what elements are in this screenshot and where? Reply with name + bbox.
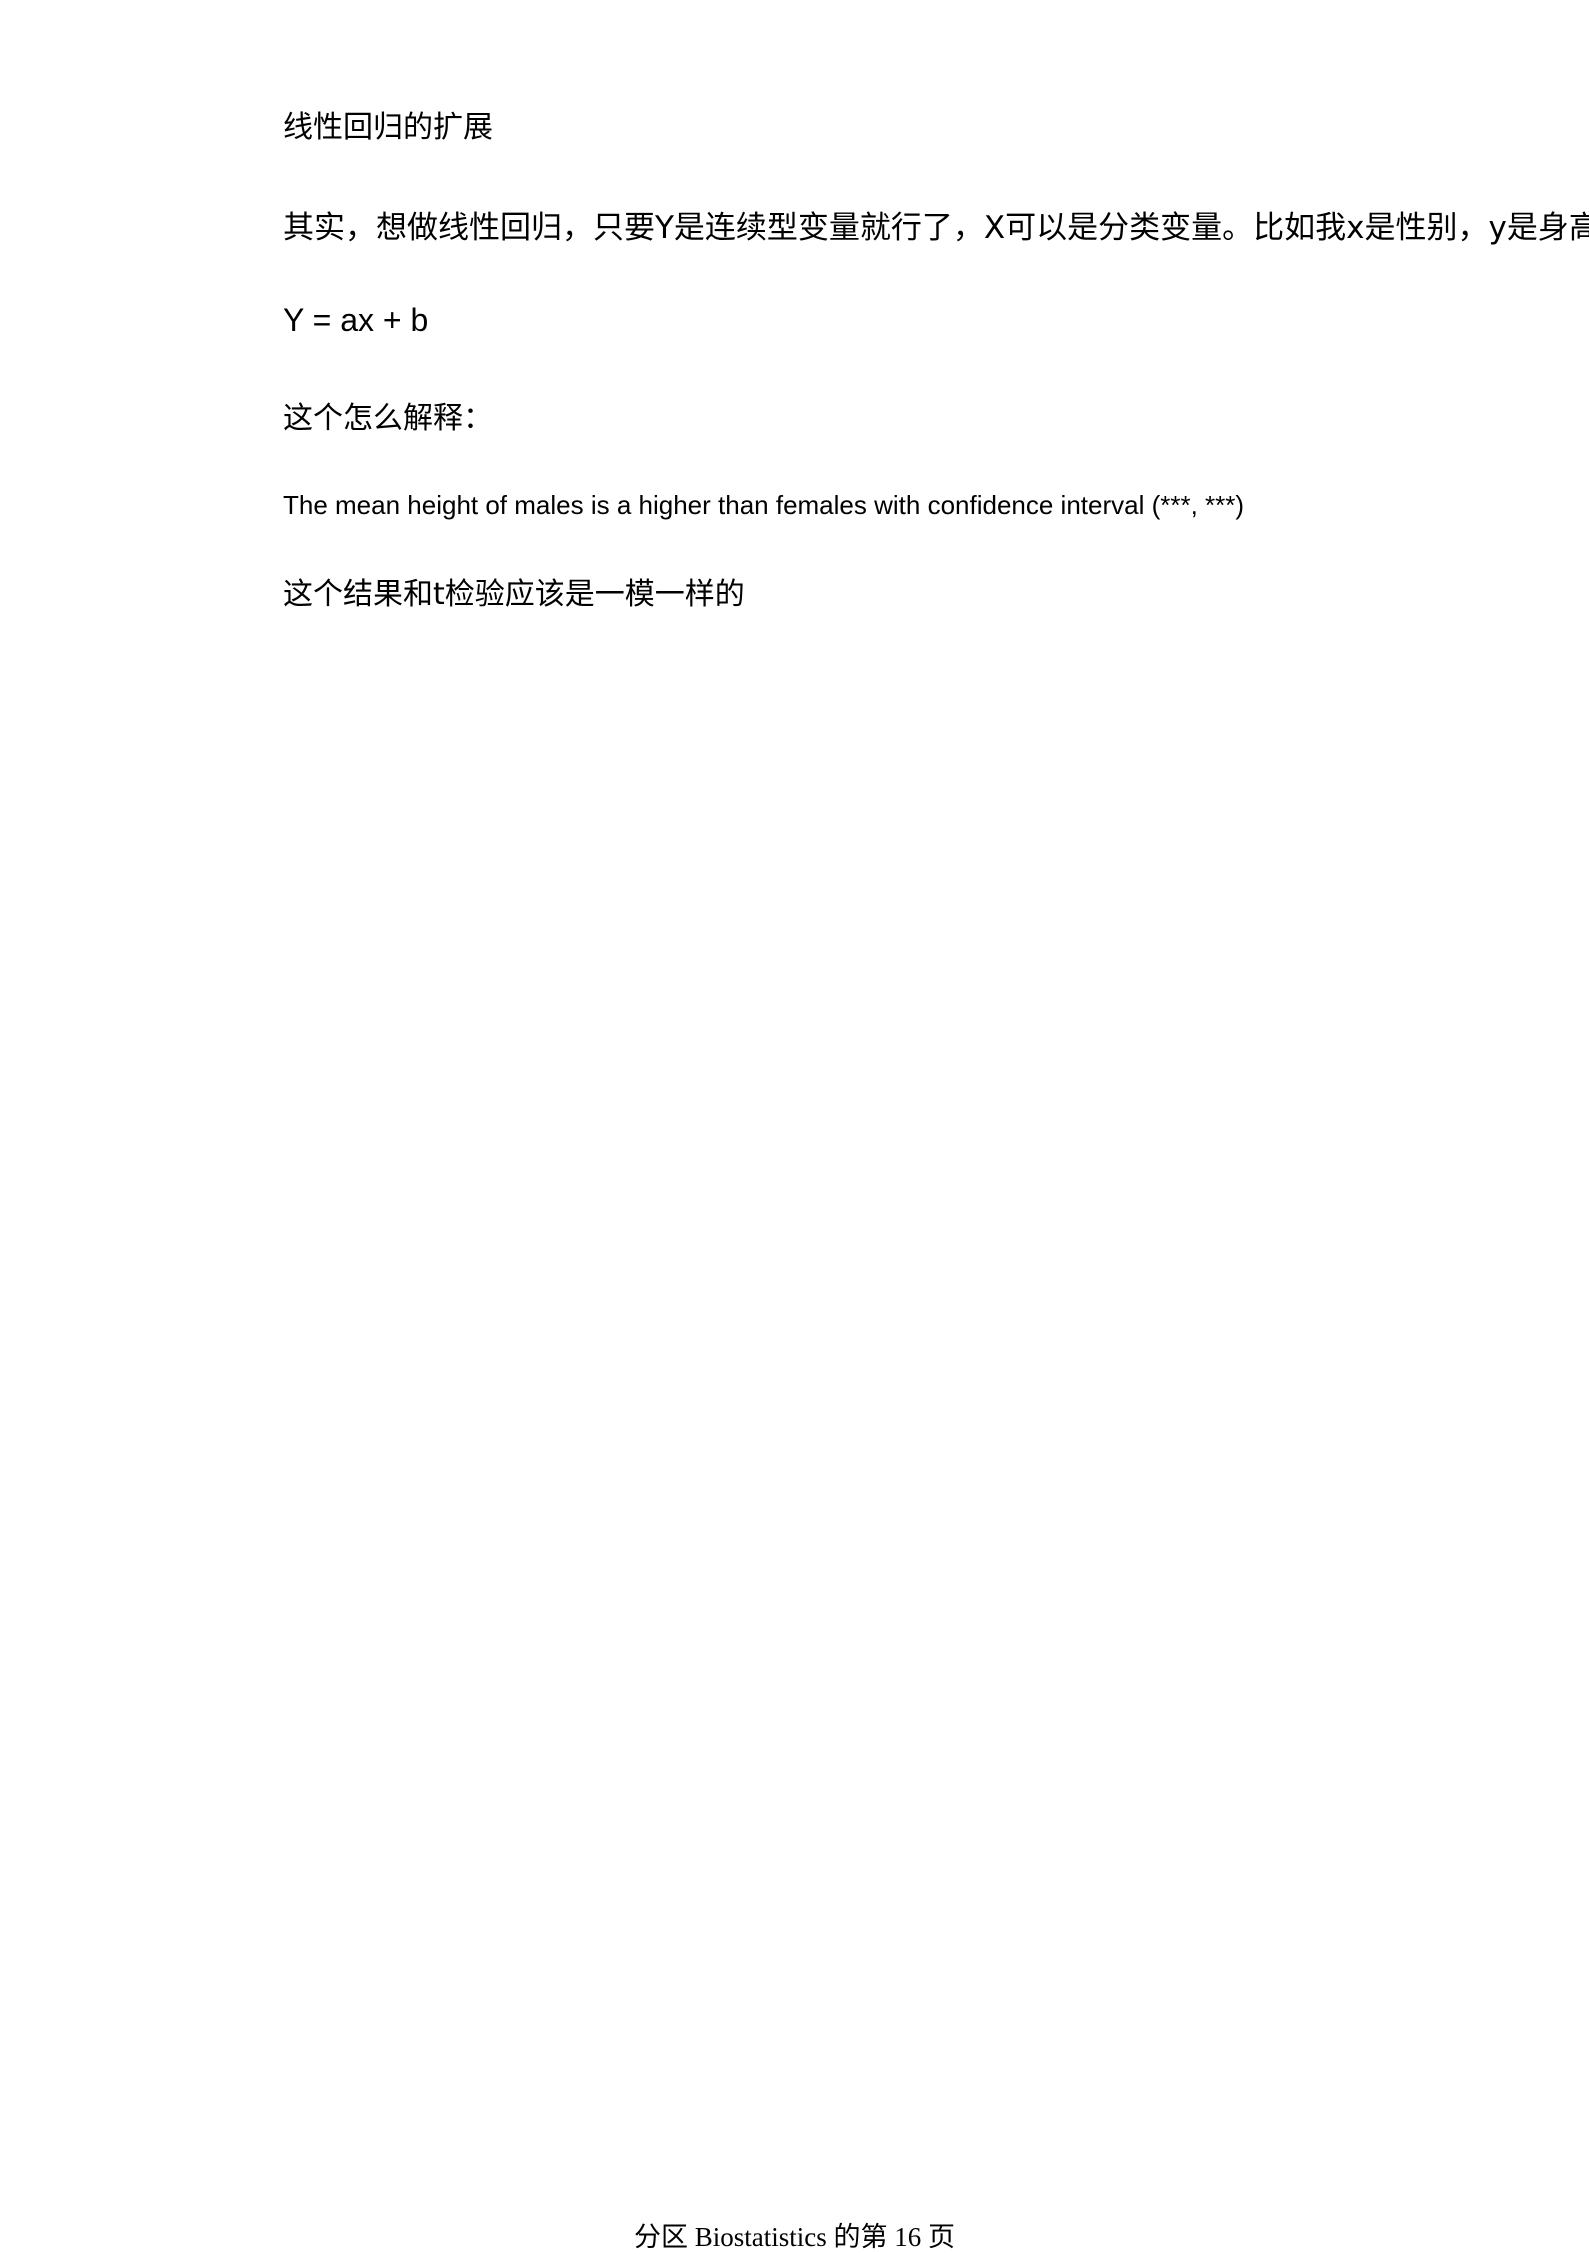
document-page: 线性回归的扩展 其实，想做线性回归，只要Y是连续型变量就行了，X可以是分类变量。… (0, 0, 1589, 2252)
interpretation-text: The mean height of males is a higher tha… (283, 490, 1245, 520)
formula-text: Y = ax + b (283, 302, 429, 338)
section-heading: 线性回归的扩展 (283, 110, 493, 145)
question-text: 这个怎么解释： (283, 401, 493, 436)
page-footer: 分区 Biostatistics 的第 16 页 (633, 2222, 955, 2252)
intro-paragraph: 其实，想做线性回归，只要Y是连续型变量就行了，X可以是分类变量。比如我x是性别，… (283, 210, 1589, 246)
conclusion-text: 这个结果和t检验应该是一模一样的 (283, 577, 745, 612)
